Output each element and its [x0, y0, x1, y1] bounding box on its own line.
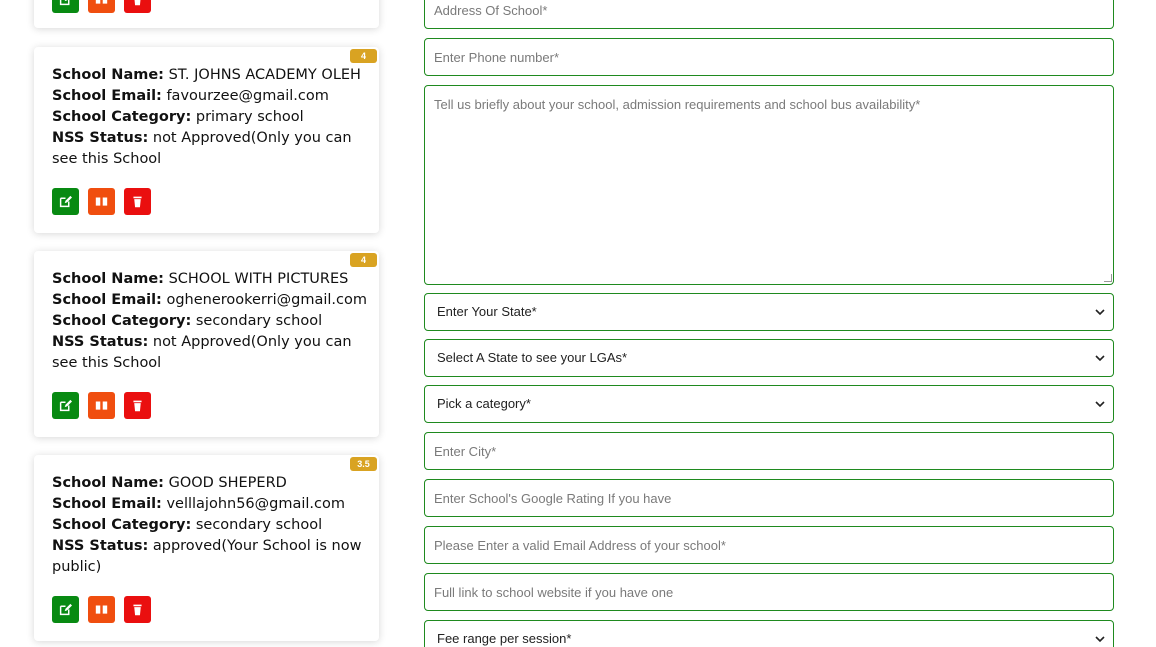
school-email-label: School Email:: [52, 496, 162, 512]
school-email: velllajohn56@gmail.com: [166, 496, 346, 512]
edit-button[interactable]: [52, 392, 79, 419]
google-rating-input[interactable]: [424, 479, 1114, 517]
school-info: School Name: GOOD SHEPERD School Email: …: [52, 473, 370, 578]
school-name: SCHOOL WITH PICTURES: [168, 271, 349, 287]
lga-select[interactable]: Select A State to see your LGAs*: [424, 339, 1114, 377]
website-input[interactable]: [424, 573, 1114, 611]
school-category: secondary school: [195, 517, 323, 533]
lga-select-value: Select A State to see your LGAs*: [437, 350, 628, 365]
school-category-label: School Category:: [52, 109, 192, 125]
school-email-label: School Email:: [52, 292, 162, 308]
school-email: oghenerookerri@gmail.com: [166, 292, 367, 308]
edit-icon: [59, 195, 72, 208]
nss-status-label: NSS Status:: [52, 538, 149, 554]
chevron-down-icon: [1095, 355, 1105, 362]
card-actions: [52, 392, 151, 419]
card-actions: [52, 596, 151, 623]
chevron-down-icon: [1095, 401, 1105, 408]
edit-button[interactable]: [52, 0, 79, 13]
trash-icon: [133, 604, 142, 616]
chevron-down-icon: [1095, 636, 1105, 643]
school-name-label: School Name:: [52, 271, 164, 287]
school-category-label: School Category:: [52, 517, 192, 533]
state-select[interactable]: Enter Your State*: [424, 293, 1114, 331]
rating-badge: 3.5: [350, 457, 377, 471]
edit-button[interactable]: [52, 596, 79, 623]
phone-input[interactable]: [424, 38, 1114, 76]
fee-range-select-value: Fee range per session*: [437, 631, 572, 646]
view-button[interactable]: [88, 392, 115, 419]
edit-button[interactable]: [52, 188, 79, 215]
book-icon: [95, 605, 108, 614]
school-card: 4 School Name: SCHOOL WITH PICTURES Scho…: [34, 251, 379, 437]
card-actions: [52, 188, 151, 215]
rating-badge: 4: [350, 49, 377, 63]
category-select-value: Pick a category*: [437, 396, 531, 411]
address-input[interactable]: [424, 0, 1114, 29]
school-email-label: School Email:: [52, 88, 162, 104]
chevron-down-icon: [1095, 309, 1105, 316]
edit-icon: [59, 603, 72, 616]
school-card-partial: [34, 0, 379, 28]
state-select-value: Enter Your State*: [437, 304, 537, 319]
category-select[interactable]: Pick a category*: [424, 385, 1114, 423]
trash-icon: [134, 0, 141, 6]
rating-badge: 4: [350, 253, 377, 267]
school-category-label: School Category:: [52, 313, 192, 329]
delete-button[interactable]: [124, 188, 151, 215]
about-textarea[interactable]: [424, 85, 1114, 285]
school-card: 3.5 School Name: GOOD SHEPERD School Ema…: [34, 455, 379, 641]
view-button[interactable]: [88, 0, 115, 13]
school-card: 4 School Name: ST. JOHNS ACADEMY OLEH Sc…: [34, 47, 379, 233]
edit-icon: [59, 399, 72, 412]
book-icon: [95, 0, 108, 4]
nss-status-label: NSS Status:: [52, 334, 149, 350]
school-name: ST. JOHNS ACADEMY OLEH: [168, 67, 361, 83]
school-category: primary school: [195, 109, 304, 125]
trash-icon: [133, 196, 142, 208]
nss-status-label: NSS Status:: [52, 130, 149, 146]
book-icon: [95, 197, 108, 206]
delete-button[interactable]: [124, 392, 151, 419]
view-button[interactable]: [88, 596, 115, 623]
school-info: School Name: SCHOOL WITH PICTURES School…: [52, 269, 370, 374]
city-input[interactable]: [424, 432, 1114, 470]
school-category: secondary school: [195, 313, 323, 329]
school-email: favourzee@gmail.com: [166, 88, 329, 104]
edit-icon: [59, 0, 70, 6]
delete-button[interactable]: [124, 0, 151, 13]
trash-icon: [133, 400, 142, 412]
fee-range-select[interactable]: Fee range per session*: [424, 620, 1114, 647]
school-email-input[interactable]: [424, 526, 1114, 564]
delete-button[interactable]: [124, 596, 151, 623]
school-name-label: School Name:: [52, 475, 164, 491]
school-info: School Name: ST. JOHNS ACADEMY OLEH Scho…: [52, 65, 370, 170]
card-actions: [52, 0, 151, 13]
book-icon: [95, 401, 108, 410]
school-name: GOOD SHEPERD: [168, 475, 287, 491]
school-name-label: School Name:: [52, 67, 164, 83]
view-button[interactable]: [88, 188, 115, 215]
